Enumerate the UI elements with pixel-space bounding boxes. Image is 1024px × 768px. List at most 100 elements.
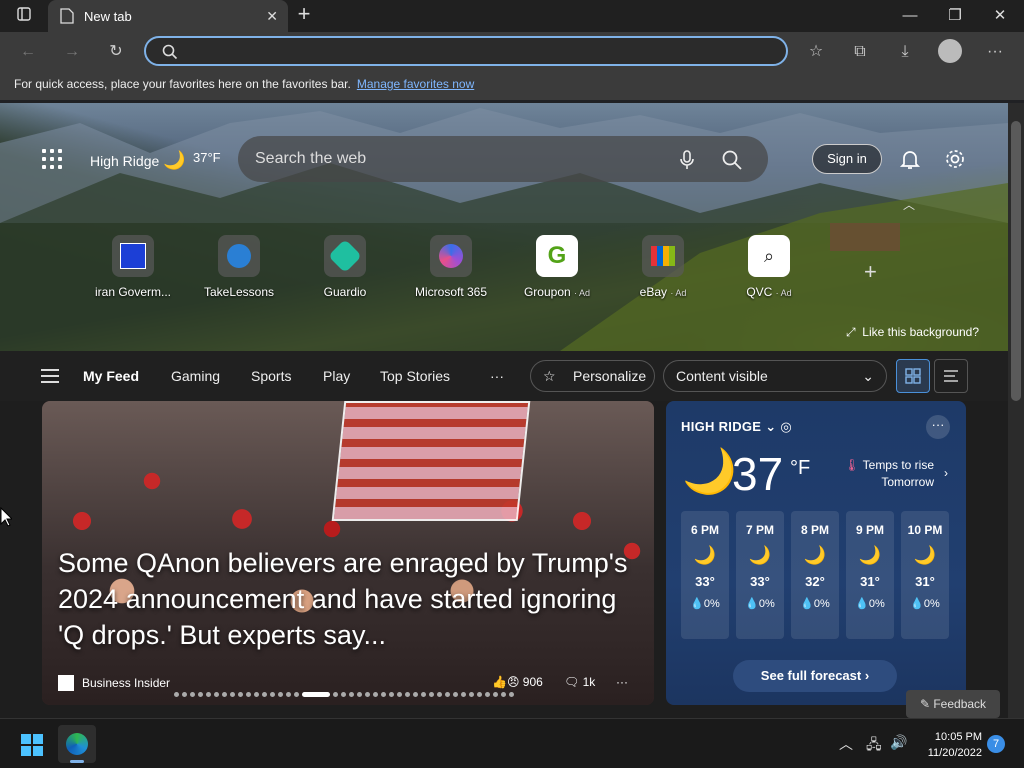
tile-label: QVC bbox=[746, 285, 773, 299]
temperature-unit[interactable]: °F bbox=[790, 457, 810, 480]
globe-icon: ◎ bbox=[780, 419, 792, 434]
feed-tab-top-stories[interactable]: Top Stories bbox=[380, 368, 450, 384]
ebay-icon bbox=[651, 246, 675, 266]
moon-icon: 🌙 bbox=[803, 545, 827, 565]
search-submit-icon[interactable] bbox=[722, 150, 742, 170]
expand-icon: ⤢ bbox=[846, 325, 856, 339]
weather-card-location[interactable]: HIGH RIDGE ⌄ ◎ bbox=[681, 419, 792, 435]
feed-tab-gaming[interactable]: Gaming bbox=[171, 368, 220, 384]
hamburger-menu-icon[interactable] bbox=[41, 369, 59, 383]
notification-badge[interactable]: 7 bbox=[987, 735, 1005, 753]
notifications-bell-icon[interactable] bbox=[898, 147, 922, 171]
weather-card[interactable]: HIGH RIDGE ⌄ ◎ ··· 🌙 37 °F 🌡 Temps to ri… bbox=[666, 401, 966, 705]
tile-label: Guardio bbox=[323, 285, 367, 299]
chevron-up-tray-icon[interactable]: ︿ bbox=[839, 734, 853, 754]
weather-alert[interactable]: 🌡 Temps to rise Tomorrow › bbox=[838, 457, 948, 491]
microphone-icon[interactable] bbox=[680, 150, 694, 170]
quick-link-tile[interactable]: iran Goverm... bbox=[78, 235, 188, 299]
page-scrollbar[interactable] bbox=[1008, 103, 1024, 718]
quick-link-tile[interactable]: Microsoft 365 bbox=[396, 235, 506, 299]
reactions-count[interactable]: 👍😠 906 bbox=[492, 675, 543, 689]
comments-count[interactable]: 🗨 1k bbox=[564, 675, 595, 689]
header-temperature[interactable]: 37°F bbox=[193, 150, 221, 165]
refresh-icon[interactable]: ↻ bbox=[105, 41, 127, 63]
tile-label: iran Goverm... bbox=[94, 285, 172, 299]
toolbar: ← → ↻ ☆ ⧉ ⤓ ··· bbox=[0, 32, 1024, 70]
comment-icon: 🗨 bbox=[564, 675, 580, 689]
moon-icon: 🌙 bbox=[682, 447, 737, 496]
restore-icon[interactable]: ❐ bbox=[945, 6, 965, 26]
thermometer-icon: 🌡 bbox=[844, 458, 860, 472]
title-bar: New tab ✕ + — ❐ ✕ bbox=[0, 0, 1024, 32]
more-menu-icon[interactable]: ··· bbox=[984, 41, 1006, 63]
page-settings-gear-icon[interactable] bbox=[943, 147, 967, 171]
back-icon[interactable]: ← bbox=[17, 41, 39, 63]
chevron-right-icon: › bbox=[944, 466, 948, 480]
feed-tab-my-feed[interactable]: My Feed bbox=[83, 368, 139, 384]
new-tab-icon[interactable]: + bbox=[294, 3, 314, 25]
see-full-forecast-button[interactable]: See full forecast › bbox=[733, 660, 897, 692]
add-quick-link-icon[interactable]: + bbox=[864, 259, 877, 285]
system-clock[interactable]: 10:05 PM 11/20/2022 bbox=[918, 729, 982, 761]
favbar-text: For quick access, place your favorites h… bbox=[14, 77, 351, 91]
microsoft-365-icon bbox=[439, 244, 463, 268]
feedback-button[interactable]: ✎ Feedback bbox=[906, 690, 1000, 718]
hour-forecast[interactable]: 9 PM 🌙 31° 💧0% bbox=[846, 511, 894, 639]
hour-forecast[interactable]: 6 PM 🌙 33° 💧0% bbox=[681, 511, 729, 639]
qvc-icon: ⌕ bbox=[763, 245, 775, 266]
close-window-icon[interactable]: ✕ bbox=[990, 6, 1010, 26]
chevron-up-icon[interactable]: ︿ bbox=[903, 196, 915, 213]
forward-icon[interactable]: → bbox=[61, 41, 83, 63]
grid-view-button[interactable] bbox=[896, 359, 930, 393]
edge-taskbar-icon[interactable] bbox=[58, 725, 96, 763]
downloads-icon[interactable]: ⤓ bbox=[894, 41, 916, 63]
tab-actions-icon[interactable] bbox=[14, 6, 34, 26]
close-tab-icon[interactable]: ✕ bbox=[266, 8, 278, 25]
hour-forecast[interactable]: 10 PM 🌙 31° 💧0% bbox=[901, 511, 949, 639]
top-story-card[interactable]: Some QAnon believers are enraged by Trum… bbox=[42, 401, 654, 705]
collections-icon[interactable]: ⧉ bbox=[849, 41, 871, 63]
weather-more-icon[interactable]: ··· bbox=[926, 415, 950, 439]
carousel-indicator[interactable] bbox=[174, 692, 514, 697]
volume-icon[interactable]: 🔊 bbox=[890, 734, 907, 751]
hour-forecast[interactable]: 7 PM 🌙 33° 💧0% bbox=[736, 511, 784, 639]
business-insider-logo bbox=[58, 675, 74, 691]
tab-title: New tab bbox=[84, 8, 132, 24]
address-bar[interactable] bbox=[144, 36, 788, 66]
new-tab-page: High Ridge 🌙 37°F Search the web Sign in… bbox=[0, 103, 1008, 718]
tab-new-tab[interactable]: New tab ✕ bbox=[48, 0, 288, 32]
quick-link-tile[interactable]: TakeLessons bbox=[184, 235, 294, 299]
like-background-link[interactable]: ⤢ Like this background? bbox=[846, 325, 979, 340]
hourly-forecast: 6 PM 🌙 33° 💧0% 7 PM 🌙 33° 💧0% 8 PM 🌙 32° 💧0% 9 PM… bbox=[681, 511, 949, 639]
feed-more-icon[interactable]: ··· bbox=[490, 368, 504, 384]
ad-badge: · Ad bbox=[670, 288, 687, 298]
minimize-icon[interactable]: — bbox=[900, 6, 920, 26]
web-search-box[interactable]: Search the web bbox=[238, 136, 768, 182]
quick-link-tile[interactable]: G Groupon · Ad bbox=[502, 235, 612, 299]
feed-tab-play[interactable]: Play bbox=[323, 368, 350, 384]
quick-link-tile[interactable]: ⌕ QVC · Ad bbox=[714, 235, 824, 299]
feed-tab-sports[interactable]: Sports bbox=[251, 368, 291, 384]
list-view-button[interactable] bbox=[934, 359, 968, 393]
moon-icon: 🌙 bbox=[858, 545, 882, 565]
article-headline[interactable]: Some QAnon believers are enraged by Trum… bbox=[58, 545, 638, 653]
quick-link-tile[interactable]: Guardio bbox=[290, 235, 400, 299]
droplet-icon: 💧 bbox=[690, 598, 704, 610]
windows-start-icon[interactable] bbox=[21, 734, 43, 756]
personalize-button[interactable]: ☆ Personalize bbox=[530, 360, 655, 392]
manage-favorites-link[interactable]: Manage favorites now bbox=[357, 77, 474, 91]
quick-link-tile[interactable]: eBay · Ad bbox=[608, 235, 718, 299]
scrollbar-thumb[interactable] bbox=[1011, 121, 1021, 401]
weather-location[interactable]: High Ridge 🌙 bbox=[90, 150, 186, 171]
favorites-bar: For quick access, place your favorites h… bbox=[0, 70, 1024, 100]
apps-launcher-icon[interactable] bbox=[42, 149, 62, 169]
profile-avatar[interactable] bbox=[938, 39, 962, 63]
article-source[interactable]: Business Insider bbox=[58, 675, 170, 691]
card-more-icon[interactable]: ··· bbox=[616, 675, 628, 689]
network-icon[interactable]: 🖧 bbox=[866, 734, 882, 758]
favorites-star-icon[interactable]: ☆ bbox=[805, 41, 827, 63]
droplet-icon: 💧 bbox=[745, 598, 759, 610]
content-visible-dropdown[interactable]: Content visible ⌄ bbox=[663, 360, 887, 392]
hour-forecast[interactable]: 8 PM 🌙 32° 💧0% bbox=[791, 511, 839, 639]
sign-in-button[interactable]: Sign in bbox=[812, 144, 882, 174]
